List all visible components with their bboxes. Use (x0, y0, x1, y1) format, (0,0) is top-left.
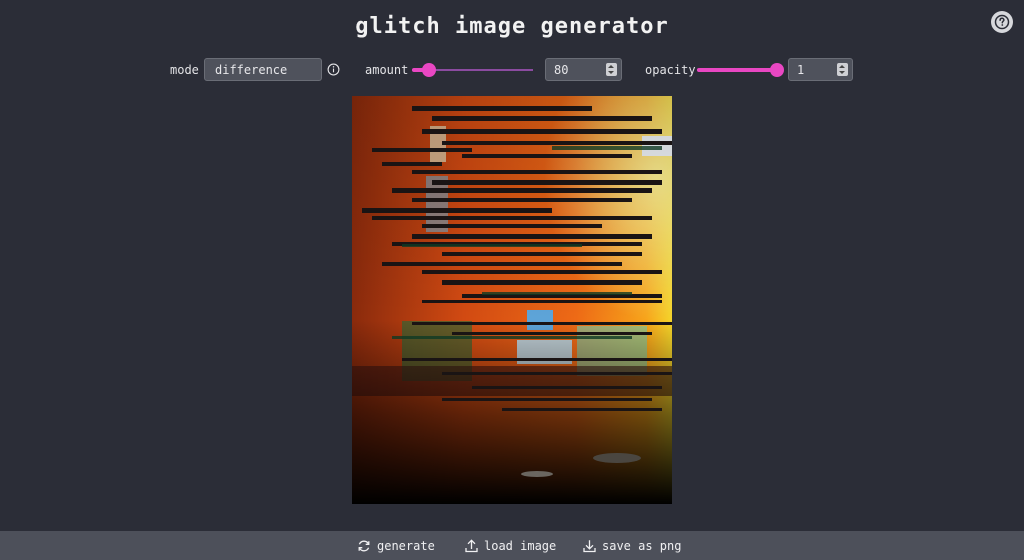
load-image-label: load image (484, 539, 557, 553)
amount-stepper[interactable] (606, 63, 617, 76)
app-root: glitch image generator mode difference a… (0, 0, 1024, 560)
opacity-stepper[interactable] (837, 63, 848, 76)
glitch-image-canvas (352, 96, 672, 504)
opacity-input-value: 1 (797, 63, 805, 77)
mode-select[interactable]: difference (204, 58, 322, 81)
help-button[interactable] (991, 11, 1013, 33)
download-icon (583, 540, 596, 553)
amount-slider-thumb[interactable] (422, 63, 436, 77)
upload-icon (465, 539, 478, 553)
save-png-button[interactable]: save as png (583, 538, 681, 554)
mode-label: mode (170, 63, 199, 77)
mode-select-value: difference (215, 63, 288, 77)
amount-slider[interactable] (412, 63, 533, 77)
opacity-slider-fill (697, 68, 777, 72)
footer-toolbar: generate load image save as png (0, 531, 1024, 560)
opacity-slider[interactable] (697, 63, 784, 77)
glitch-image (352, 96, 672, 504)
controls-bar: mode difference amount 80 opacity 1 (0, 58, 1024, 82)
save-png-label: save as png (602, 539, 682, 553)
opacity-input[interactable]: 1 (788, 58, 853, 81)
load-image-button[interactable]: load image (465, 538, 556, 554)
info-circle-icon[interactable] (327, 63, 340, 76)
amount-input-value: 80 (554, 63, 569, 77)
page-title: glitch image generator (355, 14, 669, 39)
opacity-label: opacity (645, 63, 696, 77)
generate-button[interactable]: generate (357, 538, 435, 554)
generate-label: generate (377, 539, 435, 553)
amount-input[interactable]: 80 (545, 58, 622, 81)
question-circle-icon (994, 14, 1010, 30)
amount-label: amount (365, 63, 409, 77)
refresh-icon (358, 540, 370, 552)
opacity-slider-thumb[interactable] (770, 63, 784, 77)
